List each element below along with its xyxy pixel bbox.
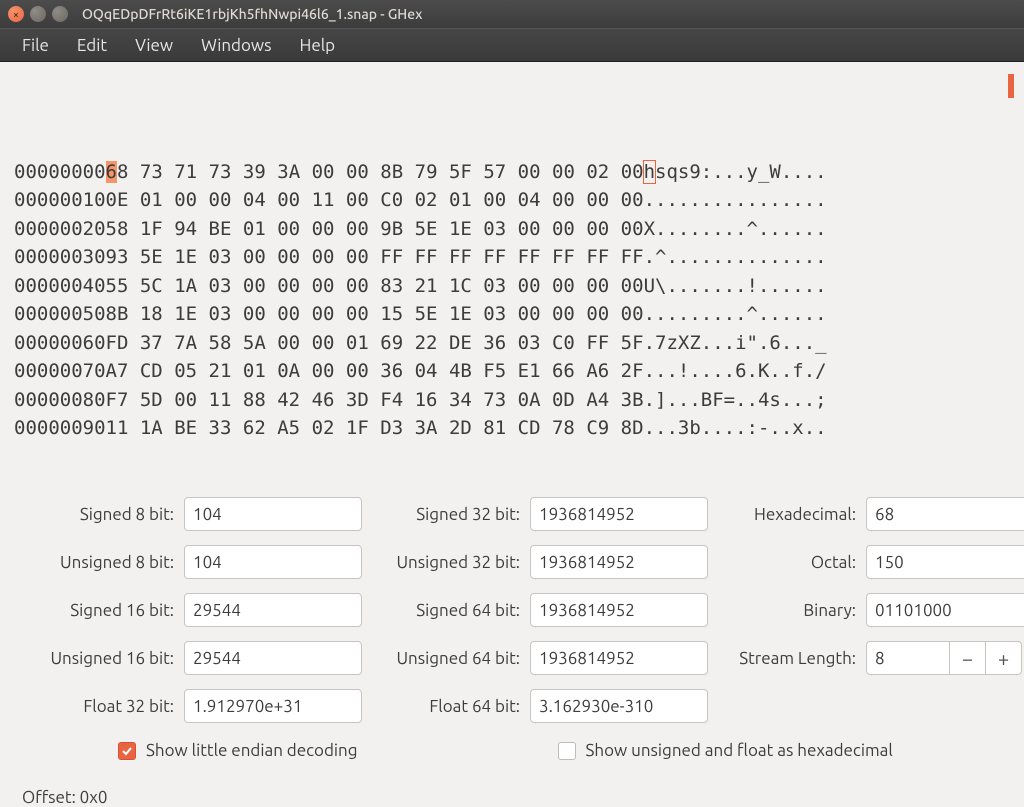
hex-ascii[interactable]: hsqs9:...y_W.... — [644, 158, 827, 187]
label-unsigned-16: Unsigned 16 bit: — [24, 649, 184, 668]
label-octal: Octal: — [708, 553, 866, 572]
menu-file[interactable]: File — [8, 30, 63, 61]
field-signed-64[interactable]: 1936814952 — [530, 593, 708, 627]
hex-row[interactable]: 000000100E 01 00 00 04 00 11 00 C0 02 01… — [14, 186, 1010, 215]
insert-caret-icon — [1008, 74, 1014, 98]
label-float-64: Float 64 bit: — [362, 697, 530, 716]
label-signed-64: Signed 64 bit: — [362, 601, 530, 620]
field-hexadecimal[interactable]: 68 — [866, 497, 1024, 531]
field-stream-length[interactable]: 8 — [866, 641, 950, 675]
hex-ascii[interactable]: .........^...... — [644, 300, 827, 329]
stream-length-stepper: 8 − + — [866, 641, 1024, 675]
label-unsigned-32: Unsigned 32 bit: — [362, 553, 530, 572]
hex-ascii[interactable]: .]...BF=..4s...; — [644, 386, 827, 415]
label-signed-8: Signed 8 bit: — [24, 505, 184, 524]
hex-bytes[interactable]: 55 5C 1A 03 00 00 00 00 83 21 1C 03 00 0… — [106, 272, 644, 301]
label-unsigned-64: Unsigned 64 bit: — [362, 649, 530, 668]
stream-increment-button[interactable]: + — [986, 641, 1022, 675]
close-icon[interactable]: × — [8, 6, 24, 22]
hex-row[interactable]: 000000508B 18 1E 03 00 00 00 00 15 5E 1E… — [14, 300, 1010, 329]
hex-bytes[interactable]: F7 5D 00 11 88 42 46 3D F4 16 34 73 0A 0… — [106, 386, 644, 415]
check-little-endian-label: Show little endian decoding — [146, 741, 358, 760]
hex-row[interactable]: 0000002058 1F 94 BE 01 00 00 00 9B 5E 1E… — [14, 215, 1010, 244]
hex-bytes[interactable]: 68 73 71 73 39 3A 00 00 8B 79 5F 57 00 0… — [106, 158, 644, 187]
menu-view[interactable]: View — [121, 30, 187, 61]
hex-offset: 00000020 — [14, 215, 106, 244]
label-signed-16: Signed 16 bit: — [24, 601, 184, 620]
hex-bytes[interactable]: FD 37 7A 58 5A 00 00 01 69 22 DE 36 03 C… — [106, 329, 644, 358]
field-float-64[interactable]: 3.162930e-310 — [530, 689, 708, 723]
hex-offset: 00000010 — [14, 186, 106, 215]
checkbox-icon — [118, 742, 136, 760]
hex-ascii[interactable]: X........^...... — [644, 215, 827, 244]
hex-bytes[interactable]: A7 CD 05 21 01 0A 00 00 36 04 4B F5 E1 6… — [106, 357, 644, 386]
label-float-32: Float 32 bit: — [24, 697, 184, 716]
label-hexadecimal: Hexadecimal: — [708, 505, 866, 524]
hex-offset: 00000030 — [14, 243, 106, 272]
hex-row[interactable]: 0000000068 73 71 73 39 3A 00 00 8B 79 5F… — [14, 158, 1010, 187]
hex-bytes[interactable]: 0E 01 00 00 04 00 11 00 C0 02 01 00 04 0… — [106, 186, 644, 215]
stream-decrement-button[interactable]: − — [950, 641, 986, 675]
hex-row[interactable]: 00000080F7 5D 00 11 88 42 46 3D F4 16 34… — [14, 386, 1010, 415]
hex-offset: 00000060 — [14, 329, 106, 358]
hex-offset: 00000000 — [14, 158, 106, 187]
hex-ascii[interactable]: ...!....6.K..f./ — [644, 357, 827, 386]
check-little-endian[interactable]: Show little endian decoding — [118, 741, 358, 760]
checkbox-icon — [558, 742, 576, 760]
hex-row[interactable]: 00000070A7 CD 05 21 01 0A 00 00 36 04 4B… — [14, 357, 1010, 386]
window-title: OQqEDpDFrRt6iKE1rbjKh5fhNwpi46l6_1.snap … — [82, 6, 422, 22]
hex-ascii[interactable]: U\.......!...... — [644, 272, 827, 301]
field-signed-32[interactable]: 1936814952 — [530, 497, 708, 531]
check-hex-float-label: Show unsigned and float as hexadecimal — [586, 741, 893, 760]
hex-ascii[interactable]: ................ — [644, 186, 827, 215]
hex-offset: 00000090 — [14, 414, 106, 443]
label-signed-32: Signed 32 bit: — [362, 505, 530, 524]
window-titlebar: × OQqEDpDFrRt6iKE1rbjKh5fhNwpi46l6_1.sna… — [0, 0, 1024, 28]
hex-offset: 00000070 — [14, 357, 106, 386]
hex-bytes[interactable]: 93 5E 1E 03 00 00 00 00 FF FF FF FF FF F… — [106, 243, 644, 272]
hex-bytes[interactable]: 11 1A BE 33 62 A5 02 1F D3 3A 2D 81 CD 7… — [106, 414, 644, 443]
hex-bytes[interactable]: 58 1F 94 BE 01 00 00 00 9B 5E 1E 03 00 0… — [106, 215, 644, 244]
field-binary[interactable]: 01101000 — [866, 593, 1024, 627]
window-controls: × — [8, 6, 68, 22]
label-binary: Binary: — [708, 601, 866, 620]
hex-offset: 00000040 — [14, 272, 106, 301]
hex-bytes[interactable]: 8B 18 1E 03 00 00 00 00 15 5E 1E 03 00 0… — [106, 300, 644, 329]
field-signed-16[interactable]: 29544 — [184, 593, 362, 627]
hex-row[interactable]: 0000009011 1A BE 33 62 A5 02 1F D3 3A 2D… — [14, 414, 1010, 443]
hex-offset: 00000050 — [14, 300, 106, 329]
hex-view[interactable]: 0000000068 73 71 73 39 3A 00 00 8B 79 5F… — [0, 62, 1024, 479]
field-unsigned-32[interactable]: 1936814952 — [530, 545, 708, 579]
maximize-icon[interactable] — [52, 6, 68, 22]
label-stream-length: Stream Length: — [708, 649, 866, 668]
hex-offset: 00000080 — [14, 386, 106, 415]
hex-row[interactable]: 0000004055 5C 1A 03 00 00 00 00 83 21 1C… — [14, 272, 1010, 301]
field-octal[interactable]: 150 — [866, 545, 1024, 579]
hex-row[interactable]: 00000060FD 37 7A 58 5A 00 00 01 69 22 DE… — [14, 329, 1010, 358]
check-hex-float[interactable]: Show unsigned and float as hexadecimal — [558, 741, 893, 760]
minimize-icon[interactable] — [30, 6, 46, 22]
status-offset: Offset: 0x0 — [0, 770, 1024, 807]
field-unsigned-8[interactable]: 104 — [184, 545, 362, 579]
field-float-32[interactable]: 1.912970e+31 — [184, 689, 362, 723]
field-signed-8[interactable]: 104 — [184, 497, 362, 531]
hex-ascii[interactable]: .7zXZ...i".6..._ — [644, 329, 827, 358]
field-unsigned-64[interactable]: 1936814952 — [530, 641, 708, 675]
hex-ascii[interactable]: .^.............. — [644, 243, 827, 272]
label-unsigned-8: Unsigned 8 bit: — [24, 553, 184, 572]
menubar: File Edit View Windows Help — [0, 28, 1024, 62]
hex-row[interactable]: 0000003093 5E 1E 03 00 00 00 00 FF FF FF… — [14, 243, 1010, 272]
hex-ascii[interactable]: ...3b....:-..x.. — [644, 414, 827, 443]
menu-help[interactable]: Help — [285, 30, 349, 61]
field-unsigned-16[interactable]: 29544 — [184, 641, 362, 675]
conversion-panel: Signed 8 bit: 104 Signed 32 bit: 1936814… — [0, 479, 1024, 770]
menu-edit[interactable]: Edit — [63, 30, 121, 61]
menu-windows[interactable]: Windows — [187, 30, 285, 61]
